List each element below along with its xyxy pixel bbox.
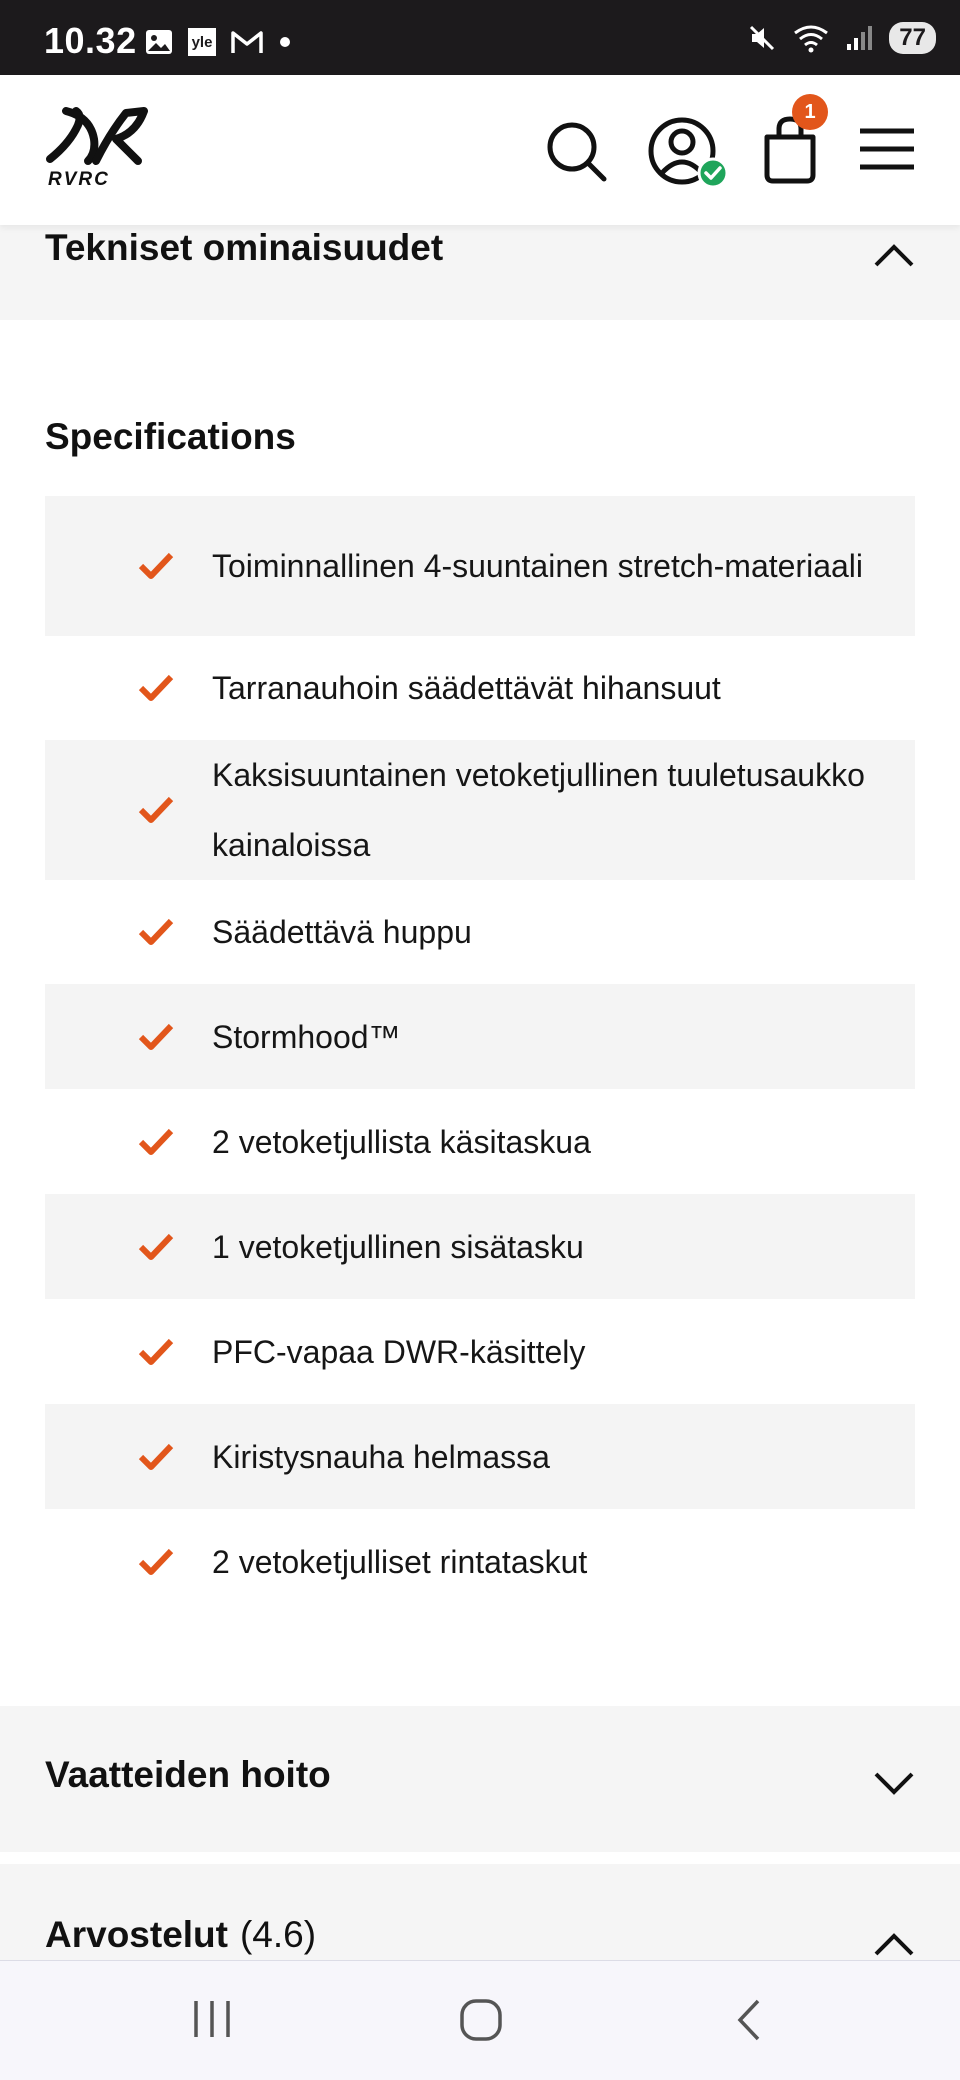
accordion-title: Tekniset ominaisuudet [45,227,444,268]
yle-icon: yle [188,28,216,56]
gallery-icon [144,28,174,56]
spec-item: 2 vetoketjullista käsitaskua [45,1089,915,1194]
specifications-list: Toiminnallinen 4-suuntainen stretch-mate… [45,496,915,1614]
checkmark-icon [138,1128,174,1155]
wifi-icon [793,23,829,53]
home-button[interactable] [458,1997,504,2048]
status-bar: 10.32 yle 77 [0,0,960,75]
specifications-heading: Specifications [45,416,296,457]
spec-item-text: 1 vetoketjullinen sisätasku [212,1228,584,1265]
back-button[interactable] [734,1997,764,2048]
recent-apps-icon [194,2001,230,2037]
hamburger-menu-icon [860,128,914,170]
spec-item-text: 2 vetoketjulliset rintataskut [212,1543,588,1580]
spec-item: Toiminnallinen 4-suuntainen stretch-mate… [45,496,915,636]
reviews-rating: (4.6) [239,1914,317,1955]
signal-icon [845,24,873,52]
search-button[interactable] [544,115,608,185]
checkmark-icon [138,1233,174,1260]
spec-item: Kaksisuuntainen vetoketjullinen tuuletus… [45,740,915,880]
dot-icon [278,35,292,49]
checkmark-icon [138,1443,174,1470]
spec-item-text: PFC-vapaa DWR-käsittely [212,1333,586,1370]
account-button[interactable] [646,115,729,189]
spec-item: PFC-vapaa DWR-käsittely [45,1299,915,1404]
spec-item-text: 2 vetoketjullista käsitaskua [212,1123,591,1160]
gmail-icon [230,29,264,55]
home-icon [460,1999,502,2041]
menu-button[interactable] [858,127,922,197]
logo-text: RVRC [48,169,110,190]
checkmark-icon [138,552,174,579]
accordion-title: Arvostelut (4.6) [45,1914,316,1956]
rvrc-logo[interactable]: RVRC [44,103,148,195]
recent-apps-button[interactable] [190,1997,234,2046]
chevron-up-icon [874,1933,914,1956]
accordion-reviews[interactable]: Arvostelut (4.6) [0,1864,960,1960]
system-icons: 77 [747,22,936,54]
checkmark-icon [138,1338,174,1365]
accordion-technical-features[interactable]: Tekniset ominaisuudet [0,225,960,320]
accordion-garment-care[interactable]: Vaatteiden hoito [0,1706,960,1852]
accordion-title: Vaatteiden hoito [45,1754,331,1795]
spec-item: Stormhood™ [45,984,915,1089]
system-navigation-bar [0,1960,960,2080]
notification-icons: yle [144,28,292,56]
spec-item: 1 vetoketjullinen sisätasku [45,1194,915,1299]
back-icon [737,1999,760,2041]
spec-item-text: Kaksisuuntainen vetoketjullinen tuuletus… [212,757,865,863]
spec-item-text: Toiminnallinen 4-suuntainen stretch-mate… [212,548,863,584]
reviews-title: Arvostelut [45,1914,228,1955]
status-time: 10.32 [44,20,137,61]
cart-count-badge: 1 [792,94,828,130]
user-verified-icon [648,117,729,189]
battery-icon: 77 [889,22,936,54]
checkmark-icon [138,1023,174,1050]
spec-item-text: Säädettävä huppu [212,914,472,950]
chevron-up-icon [874,244,914,267]
spec-item-text: Stormhood™ [212,1018,401,1055]
spec-item-text: Kiristysnauha helmassa [212,1438,550,1475]
search-icon [547,122,607,182]
logo-mark-icon [46,107,148,165]
spec-item-text: Tarranauhoin säädettävät hihansuut [212,670,721,706]
spec-item: Tarranauhoin säädettävät hihansuut [45,636,915,740]
checkmark-icon [138,796,174,823]
spec-item: Säädettävä huppu [45,880,915,984]
checkmark-icon [138,918,174,945]
checkmark-icon [138,1548,174,1575]
chevron-down-icon [874,1772,914,1795]
spec-item: Kiristysnauha helmassa [45,1404,915,1509]
spec-item: 2 vetoketjulliset rintataskut [45,1509,915,1614]
checkmark-icon [138,674,174,701]
mute-icon [747,23,777,53]
